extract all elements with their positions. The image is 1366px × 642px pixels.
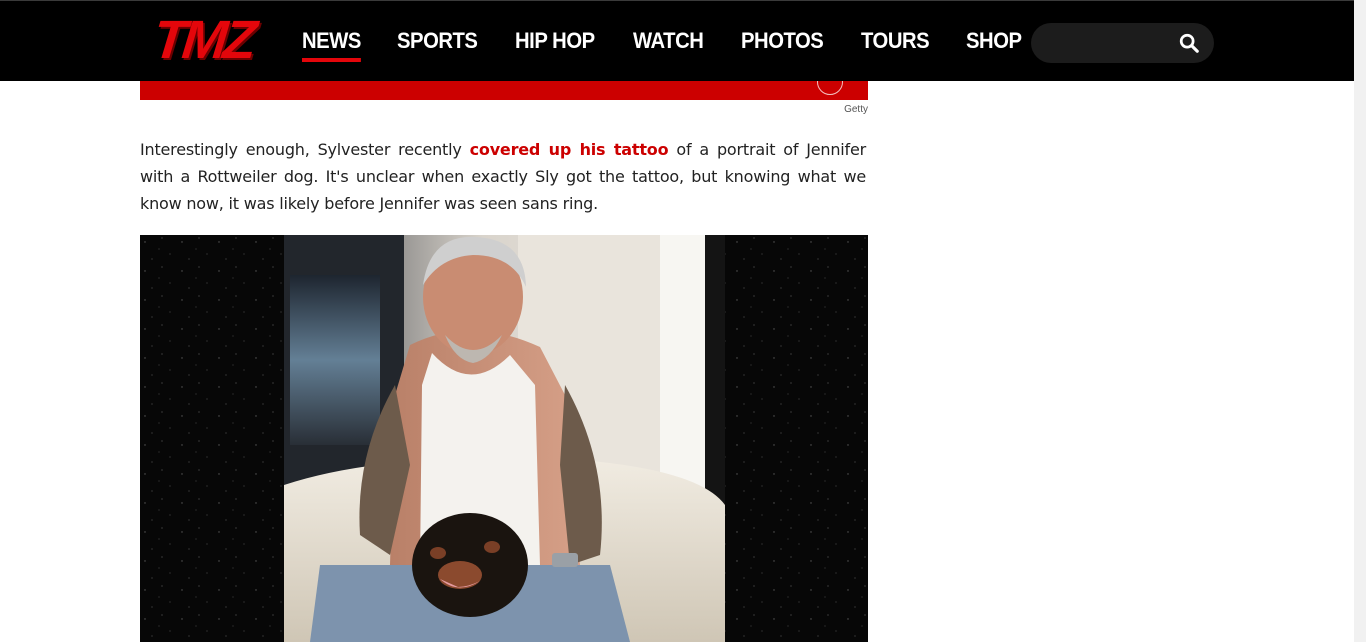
sylvester-with-rottweiler-image [140,235,868,642]
nav-news[interactable]: NEWS [302,28,361,62]
article-paragraph: Interestingly enough, Sylvester recently… [140,136,866,217]
tmz-logo[interactable]: TMZ [137,10,269,70]
nav-photos[interactable]: PHOTOS [741,28,824,54]
page: TMZ NEWS SPORTS HIP HOP WATCH PHOTOS TOU… [0,0,1366,642]
main-nav: NEWS SPORTS HIP HOP WATCH PHOTOS TOURS S… [302,0,1058,81]
search-input[interactable] [1031,23,1214,63]
article-photo[interactable] [140,235,868,642]
nav-sports[interactable]: SPORTS [397,28,478,54]
page-scrollbar[interactable] [1354,0,1366,642]
nav-hip-hop[interactable]: HIP HOP [515,28,595,54]
photo-credit: Getty [844,104,868,115]
previous-image-bottom [140,69,868,100]
paragraph-text-start: Interestingly enough, Sylvester recently [140,140,470,159]
nav-tours[interactable]: TOURS [861,28,930,54]
search-icon[interactable] [1178,32,1200,54]
nav-shop[interactable]: SHOP [966,28,1022,54]
site-header: TMZ NEWS SPORTS HIP HOP WATCH PHOTOS TOU… [0,0,1354,81]
nav-watch[interactable]: WATCH [633,28,704,54]
tattoo-story-link[interactable]: covered up his tattoo [470,140,669,159]
